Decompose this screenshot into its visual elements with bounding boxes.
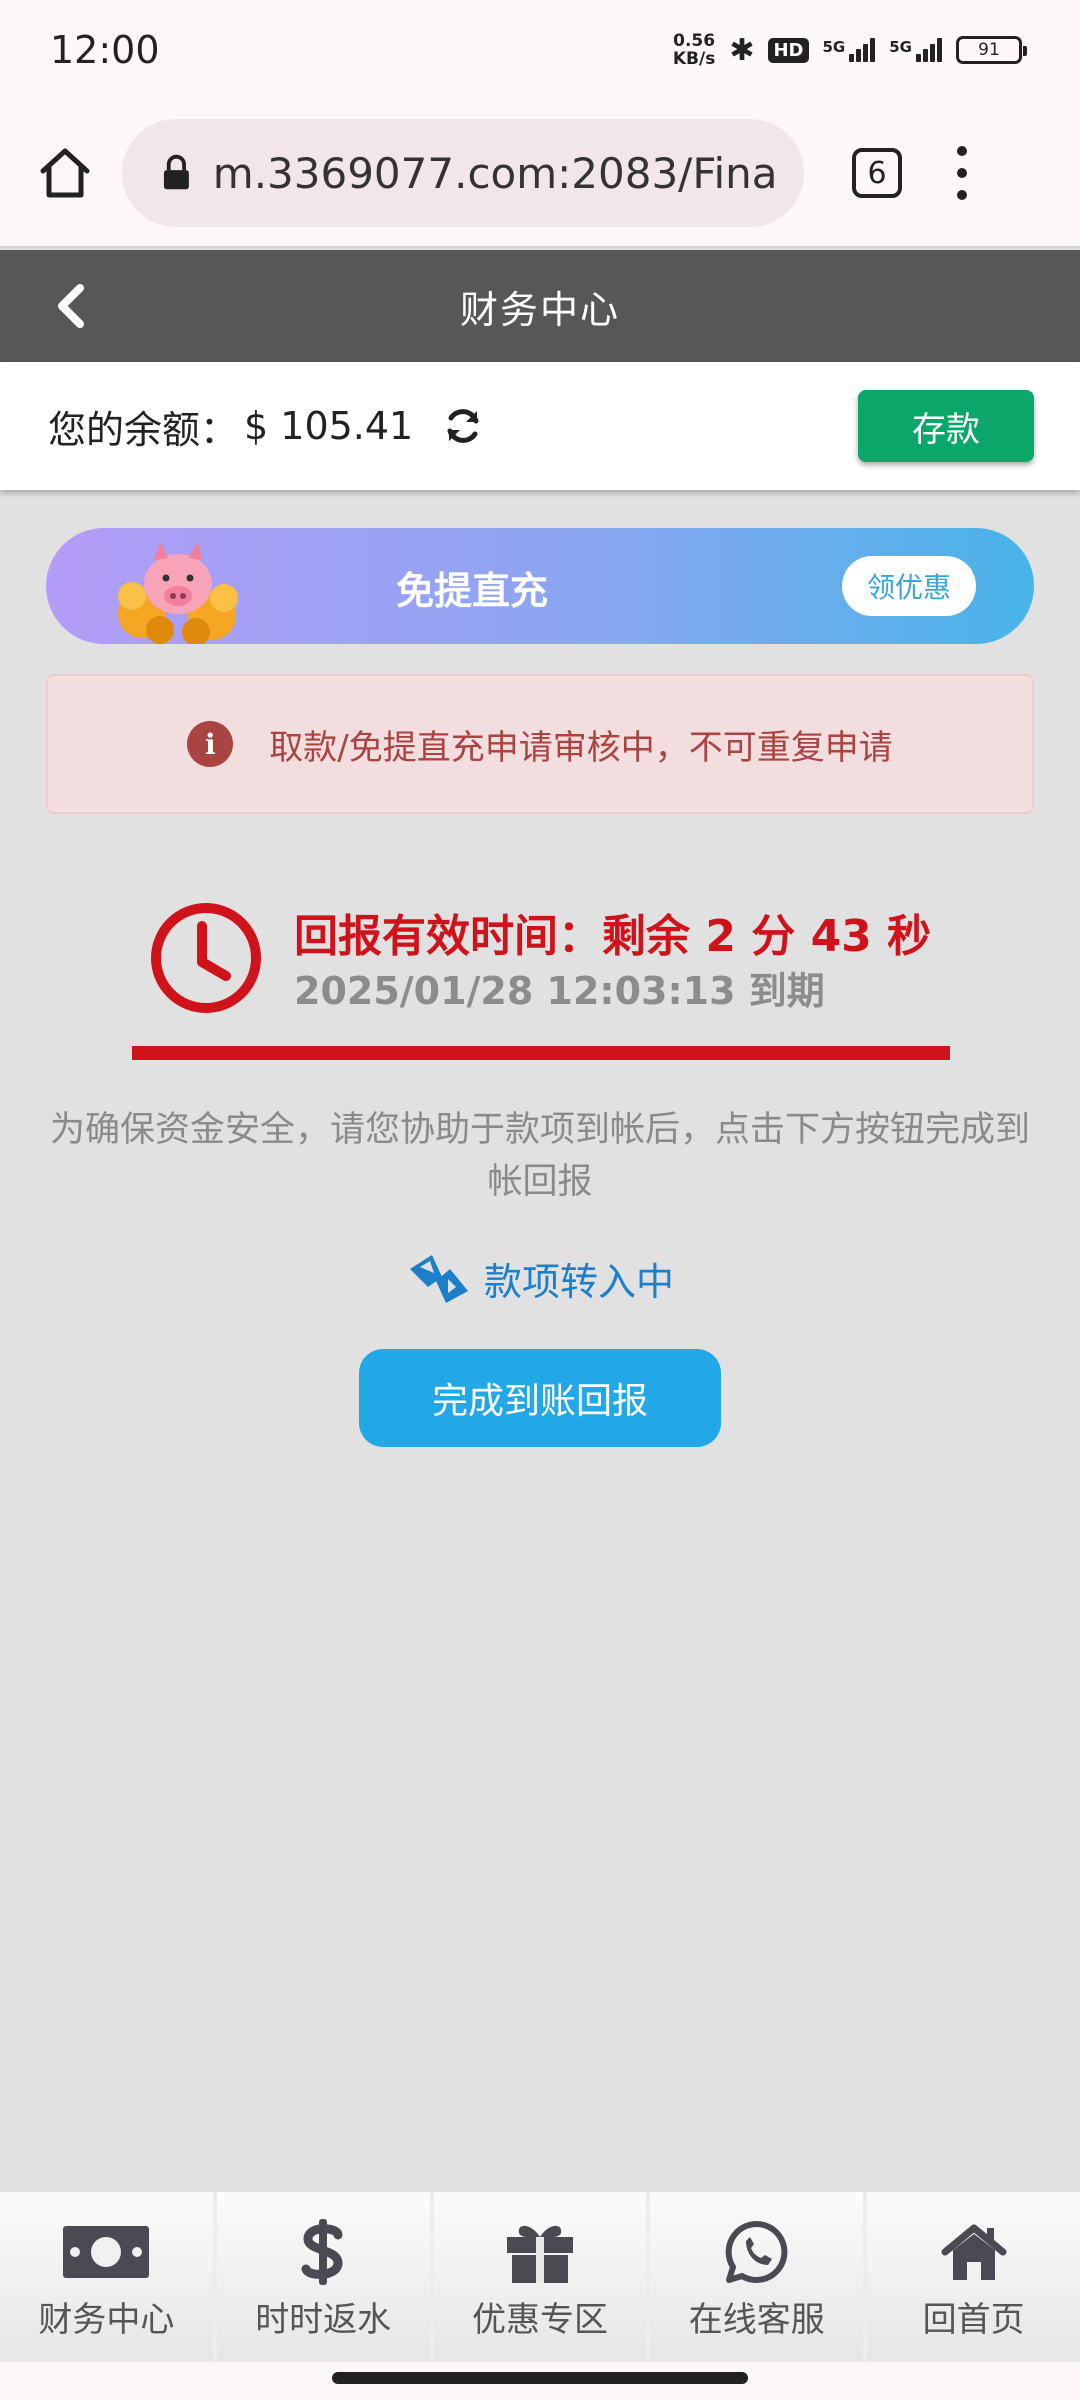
menu-dot	[957, 146, 967, 156]
bottom-nav: 财务中心 时时返水 优惠专区 在线客服 回首页	[0, 2192, 1080, 2362]
chevron-left-icon	[58, 284, 84, 328]
menu-dot	[957, 168, 967, 178]
confirm-receipt-button[interactable]: 完成到账回报	[359, 1349, 721, 1447]
status-bar: 12:00 0.56 KB/s ✱ HD 5G 5G 91	[0, 0, 1080, 100]
nav-item-home[interactable]: 回首页	[867, 2192, 1080, 2362]
gesture-area	[0, 2362, 1080, 2400]
balance-label: 您的余额：	[48, 407, 239, 452]
gift-icon	[495, 2220, 585, 2284]
menu-dot	[957, 190, 967, 200]
bluetooth-icon: ✱	[729, 32, 755, 68]
piggy-bank-icon	[118, 542, 238, 644]
instruction-text: 为确保资金安全，请您协助于款项到帐后，点击下方按钮完成到帐回报	[49, 1110, 1030, 1202]
network-speed-value: 0.56	[673, 31, 716, 51]
browser-menu-button[interactable]	[952, 146, 972, 200]
signal-icon-2: 5G	[889, 38, 942, 62]
nav-item-finance[interactable]: 财务中心	[0, 2192, 217, 2362]
browser-toolbar: m.3369077.com:2083/Finan 6	[0, 100, 1080, 248]
nav-item-promotions[interactable]: 优惠专区	[433, 2192, 651, 2362]
nav-label: 在线客服	[688, 2300, 825, 2340]
status-icons: 0.56 KB/s ✱ HD 5G 5G 91	[673, 32, 1027, 68]
transfer-status-text: 款项转入中	[483, 1259, 674, 1304]
loading-icon	[409, 1255, 468, 1303]
nav-label: 优惠专区	[471, 2300, 608, 2340]
money-icon	[61, 2220, 151, 2284]
battery-level: 91	[978, 40, 1000, 60]
refresh-icon[interactable]	[443, 406, 483, 446]
nav-item-support[interactable]: 在线客服	[650, 2192, 868, 2362]
network-speed: 0.56 KB/s	[673, 32, 715, 68]
clock-icon	[151, 903, 261, 1013]
alert-text: 取款/免提直充申请审核中，不可重复申请	[269, 727, 893, 768]
hd-voice-icon: HD	[768, 37, 809, 63]
balance-row: 您的余额： $ 105.41 存款	[0, 362, 1080, 490]
nav-item-rebate[interactable]: 时时返水	[216, 2192, 434, 2362]
countdown: 回报有效时间：剩余 2 分 43 秒 2025/01/28 12:03:13 到…	[148, 900, 968, 1030]
gesture-handle[interactable]	[332, 2372, 748, 2384]
browser-home-button[interactable]	[30, 138, 100, 208]
signal-type-label-2: 5G	[889, 38, 912, 56]
review-alert: i 取款/免提直充申请审核中，不可重复申请	[46, 674, 1034, 814]
page-title: 财务中心	[459, 287, 620, 332]
transfer-status: 款项转入中	[0, 1246, 1080, 1310]
address-bar[interactable]: m.3369077.com:2083/Finan	[122, 119, 804, 227]
url-text: m.3369077.com:2083/Finan	[212, 148, 780, 198]
dollar-icon	[278, 2219, 368, 2285]
claim-offer-button[interactable]: 领优惠	[842, 556, 976, 616]
promo-title: 免提直充	[396, 569, 549, 613]
info-icon: i	[187, 721, 234, 767]
countdown-expiry: 2025/01/28 12:03:13 到期	[294, 969, 825, 1013]
page-header: 财务中心	[0, 250, 1080, 362]
status-time: 12:00	[50, 28, 160, 72]
home-outline-icon	[40, 148, 90, 198]
nav-label: 财务中心	[38, 2300, 175, 2340]
tab-count: 6	[867, 155, 887, 191]
signal-type-label: 5G	[822, 38, 846, 56]
home-icon	[929, 2220, 1019, 2284]
whatsapp-icon	[712, 2220, 802, 2284]
back-button[interactable]	[52, 282, 92, 330]
tab-switcher-button[interactable]: 6	[852, 148, 902, 198]
network-speed-unit: KB/s	[672, 49, 716, 69]
nav-label: 时时返水	[255, 2300, 392, 2340]
deposit-button[interactable]: 存款	[858, 390, 1034, 462]
lock-icon	[163, 154, 189, 190]
divider	[132, 1046, 950, 1060]
countdown-remaining: 回报有效时间：剩余 2 分 43 秒	[294, 911, 932, 962]
balance-value: $ 105.41	[244, 404, 414, 448]
signal-icon: 5G	[823, 38, 876, 62]
battery-icon: 91	[956, 36, 1027, 64]
nav-label: 回首页	[922, 2300, 1025, 2340]
promo-banner[interactable]: 免提直充 领优惠	[46, 528, 1034, 644]
